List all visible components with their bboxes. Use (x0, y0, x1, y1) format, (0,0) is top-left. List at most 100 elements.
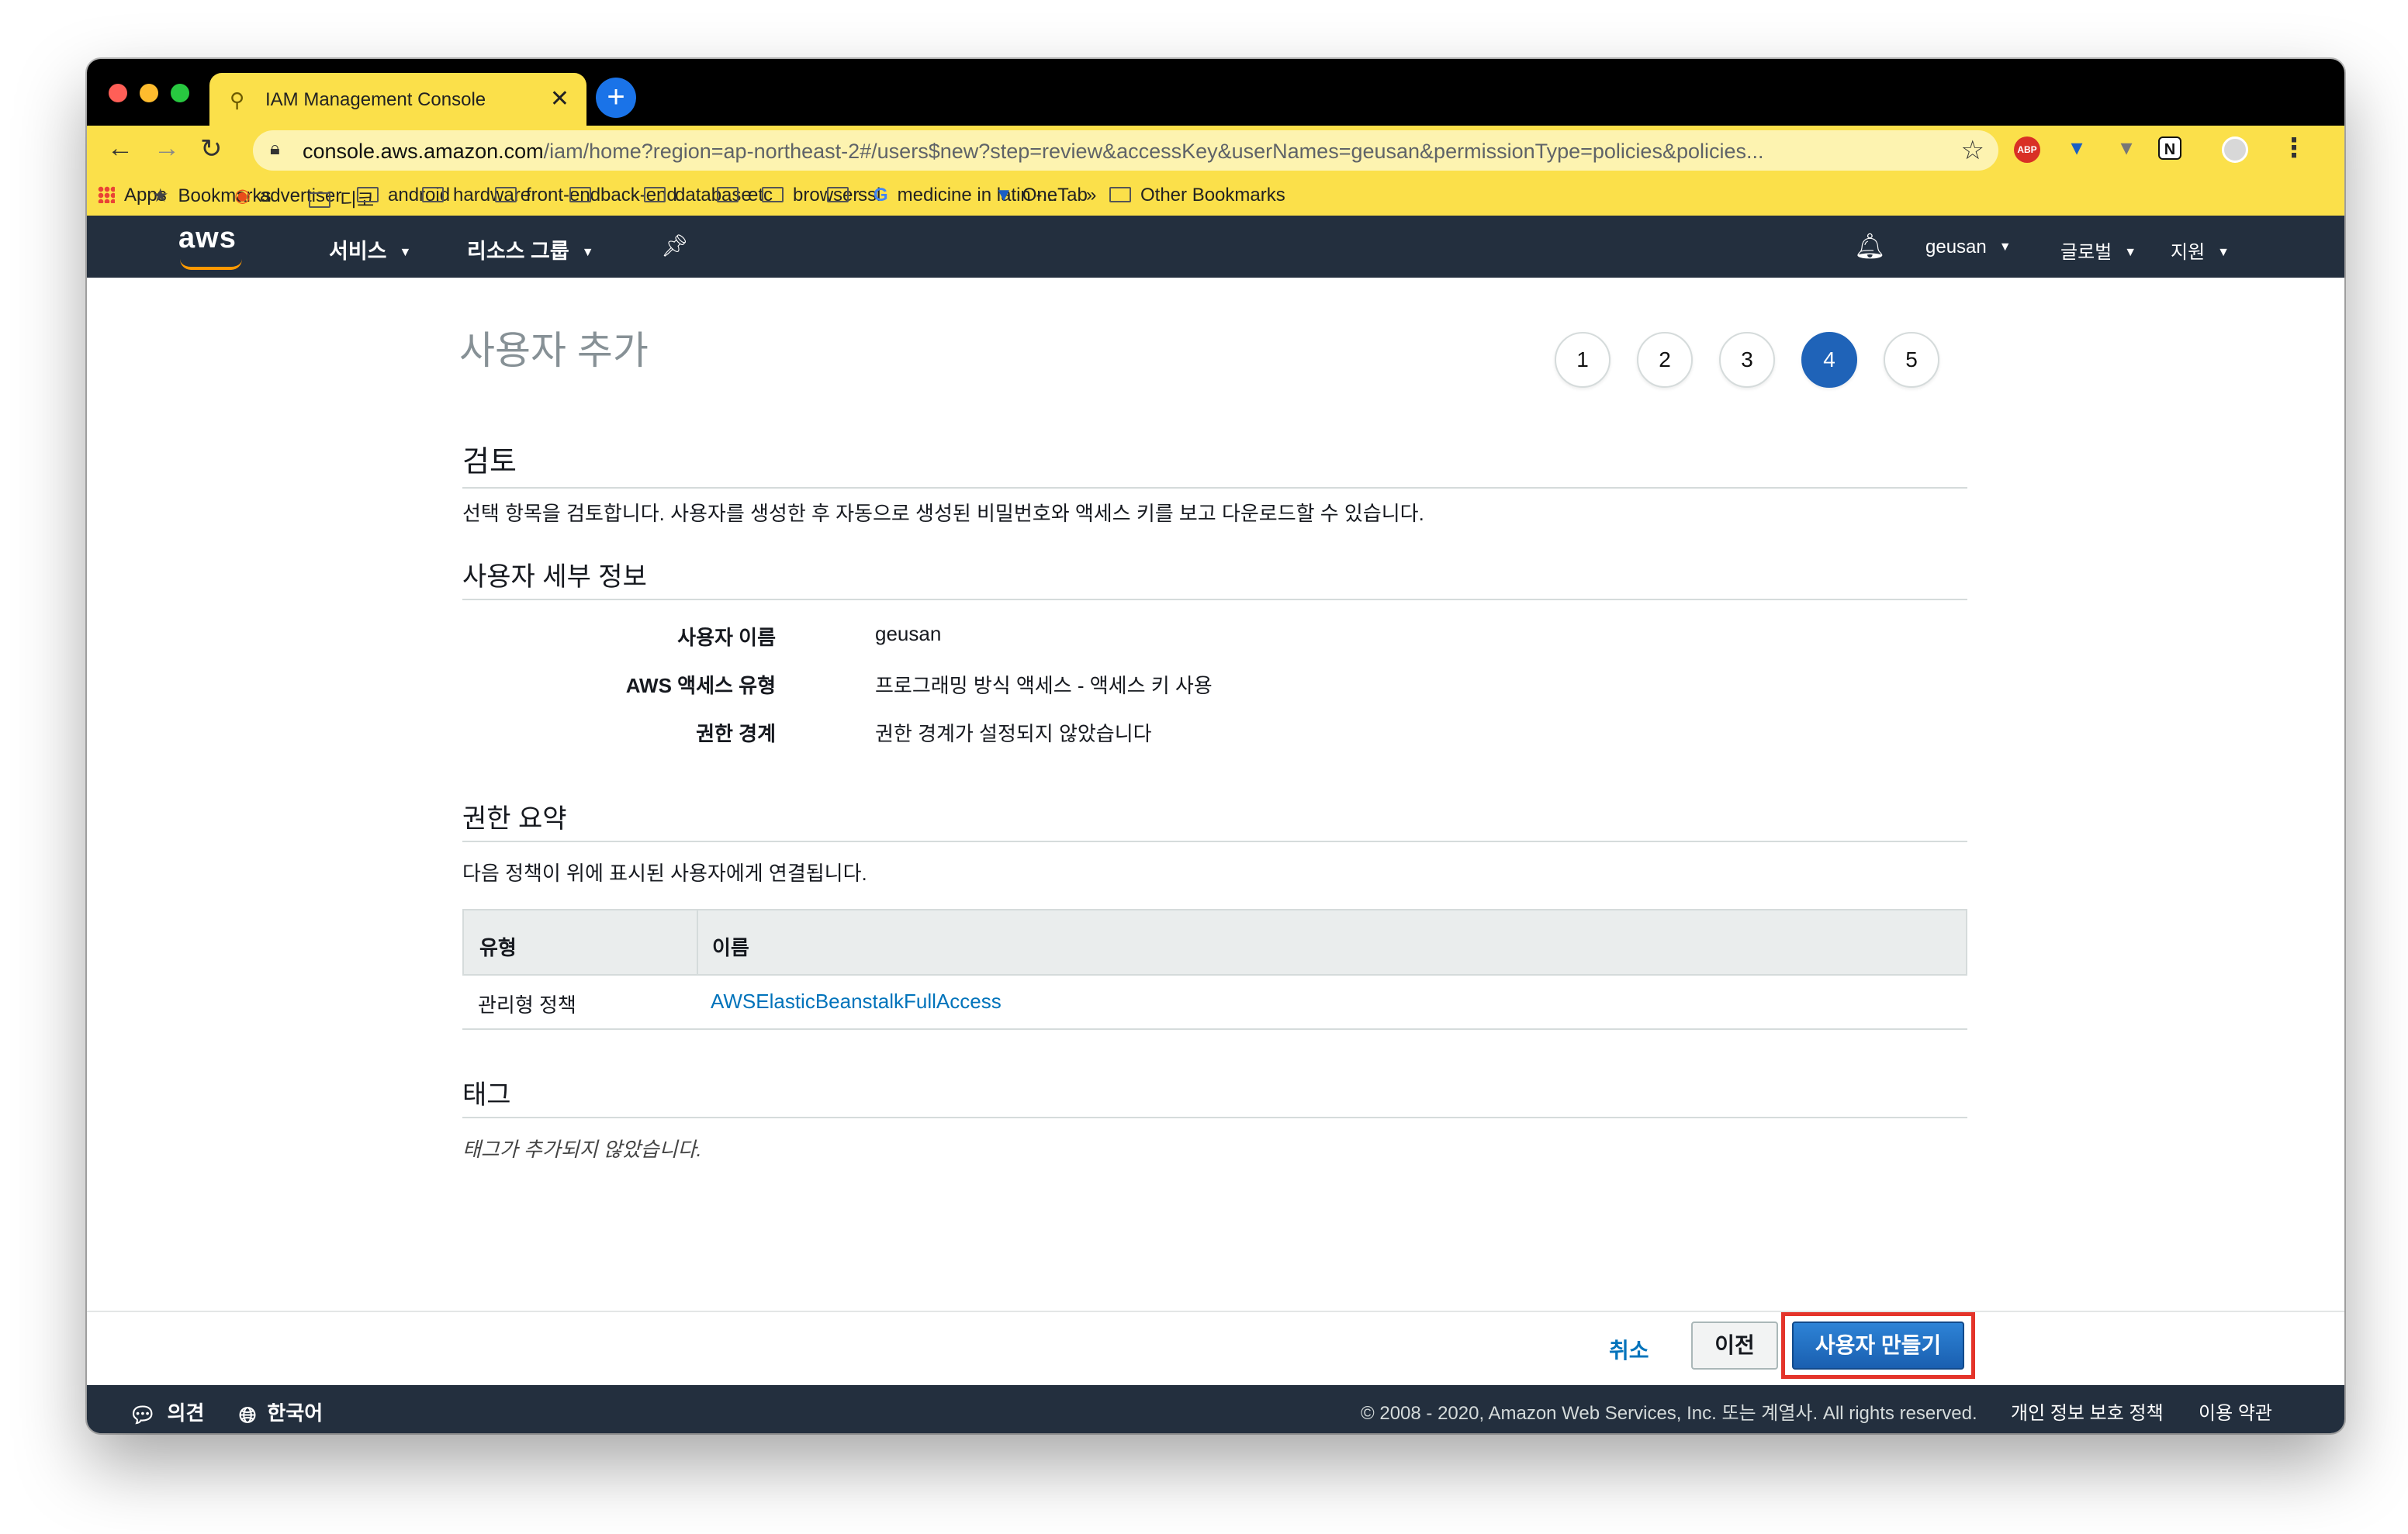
folder-icon (309, 192, 330, 208)
folder-icon (569, 187, 591, 202)
access-type-label: AWS 액세스 유형 (625, 674, 776, 697)
folder-icon (827, 187, 849, 202)
resource-groups-menu[interactable]: 리소스 그룹 ▼ (467, 234, 594, 264)
user-details-title: 사용자 세부 정보 (462, 562, 647, 592)
adblock-extension-icon[interactable]: ABP (2014, 136, 2040, 163)
permissions-summary-title: 권한 요약 (462, 804, 567, 834)
advertiser-favicon-icon: ◉ (234, 185, 251, 206)
chevron-down-icon: ▼ (581, 246, 594, 259)
apps-grid-icon (98, 186, 115, 203)
aws-logo-smile-icon (180, 259, 242, 270)
folder-icon (644, 187, 666, 202)
review-title: 검토 (462, 446, 517, 479)
language-selector[interactable]: 🌐︎ 한국어 (239, 1398, 323, 1429)
vue-devtools-extension-icon[interactable]: ▾ (2064, 136, 2090, 163)
review-description: 선택 항목을 검토합니다. 사용자를 생성한 후 자동으로 생성된 비밀번호와 … (462, 502, 1424, 525)
minimize-window-button[interactable] (140, 84, 158, 102)
support-menu[interactable]: 지원 ▼ (2171, 237, 2230, 264)
tags-title: 태그 (462, 1080, 511, 1110)
policy-name-link[interactable]: AWSElasticBeanstalkFullAccess (711, 990, 1002, 1014)
chevron-down-icon: ▼ (399, 246, 412, 259)
wizard-step-3[interactable]: 3 (1719, 332, 1775, 388)
star-icon: ★ (152, 185, 169, 206)
aws-footer: 💬︎ 의견 🌐︎ 한국어 © 2008 - 2020, Amazon Web Ser… (87, 1385, 2344, 1433)
permissions-table: 유형 이름 관리형 정책 AWSElasticBeanstalkFullAcce… (462, 909, 1967, 1030)
pin-icon[interactable]: 📌︎ (661, 233, 689, 258)
browser-window: ⚲ IAM Management Console ✕ + ← → ↻ 🔒︎ co… (87, 59, 2344, 1433)
chevron-down-icon: ▼ (2217, 246, 2230, 259)
username-value: geusan (875, 622, 942, 645)
notion-extension-icon[interactable]: N (2158, 136, 2181, 160)
aws-logo[interactable]: aws (178, 222, 237, 255)
close-window-button[interactable] (109, 84, 127, 102)
cancel-button[interactable]: 취소 (1609, 1334, 1649, 1365)
url-text[interactable]: console.aws.amazon.com/iam/home?region=a… (303, 140, 1939, 164)
forward-arrow-icon[interactable]: → (154, 133, 180, 164)
url-path: /iam/home?region=ap-northeast-2#/users$n… (543, 140, 1764, 163)
title-bar: ⚲ IAM Management Console ✕ + (87, 59, 2344, 126)
chevron-down-icon: ▼ (1998, 240, 2012, 254)
speech-bubble-icon: 💬︎ (129, 1403, 157, 1427)
reload-icon[interactable]: ↻ (200, 133, 223, 164)
folder-icon (717, 187, 739, 202)
permissions-boundary-label: 권한 경계 (696, 722, 776, 745)
folder-icon (422, 187, 444, 202)
folder-icon (762, 187, 784, 202)
create-user-button[interactable]: 사용자 만들기 (1792, 1322, 1964, 1370)
notification-bell-icon[interactable]: 🔔︎ (1854, 231, 1886, 261)
divider (462, 487, 1967, 489)
previous-button[interactable]: 이전 (1691, 1322, 1778, 1370)
bookmark-other-bookmarks[interactable]: Other Bookmarks (1109, 185, 1285, 206)
region-menu[interactable]: 글로벌 ▼ (2060, 237, 2136, 264)
google-favicon-icon: G (874, 185, 888, 206)
tab-close-icon[interactable]: ✕ (550, 85, 569, 112)
bookmark-onetab[interactable]: ▼ OneTab (995, 185, 1088, 206)
address-bar[interactable]: 🔒︎ console.aws.amazon.com/iam/home?regio… (253, 130, 1998, 171)
profile-avatar-icon[interactable] (2222, 136, 2248, 163)
column-divider (697, 910, 698, 974)
wizard-step-1[interactable]: 1 (1555, 332, 1611, 388)
divider (462, 599, 1967, 600)
folder-icon (495, 187, 517, 202)
chevron-down-icon: ▼ (2124, 246, 2137, 259)
copyright-text: © 2008 - 2020, Amazon Web Services, Inc.… (1361, 1403, 1977, 1424)
bookmarks-overflow-chevron-icon[interactable]: » (1086, 185, 1096, 206)
divider (462, 1117, 1967, 1118)
column-header-type[interactable]: 유형 (479, 932, 517, 961)
column-header-name[interactable]: 이름 (712, 932, 749, 961)
services-menu[interactable]: 서비스 ▼ (329, 234, 411, 264)
wizard-step-4[interactable]: 4 (1801, 332, 1857, 388)
lock-icon: 🔒︎ (270, 138, 280, 159)
access-type-value: 프로그래밍 방식 액세스 - 액세스 키 사용 (875, 674, 1213, 697)
new-tab-button[interactable]: + (596, 78, 636, 118)
permissions-boundary-value: 권한 경계가 설정되지 않았습니다 (875, 722, 1152, 745)
table-row: 관리형 정책 AWSElasticBeanstalkFullAccess (462, 976, 1967, 1030)
account-menu[interactable]: geusan ▼ (1925, 237, 2012, 258)
page-title: 사용자 추가 (459, 329, 649, 372)
tab-title: IAM Management Console (265, 89, 486, 110)
action-bar-divider (87, 1311, 2344, 1312)
iam-favicon-icon: ⚲ (230, 88, 245, 112)
extension-v-icon[interactable]: ▾ (2113, 136, 2140, 163)
browser-tab[interactable]: ⚲ IAM Management Console ✕ (209, 73, 586, 126)
bookmark-star-icon[interactable]: ☆ (1961, 135, 1984, 166)
maximize-window-button[interactable] (171, 84, 189, 102)
wizard-step-2[interactable]: 2 (1637, 332, 1693, 388)
permissions-description: 다음 정책이 위에 표시된 사용자에게 연결됩니다. (462, 862, 867, 885)
divider (462, 841, 1967, 842)
folder-icon (357, 187, 379, 202)
url-host: console.aws.amazon.com (303, 140, 544, 163)
back-arrow-icon[interactable]: ← (107, 133, 133, 164)
feedback-link[interactable]: 💬︎ 의견 (129, 1398, 204, 1428)
bookmark-folder-ssl[interactable]: ssl (827, 185, 881, 206)
wizard-step-5[interactable]: 5 (1884, 332, 1939, 388)
terms-link[interactable]: 이용 약관 (2199, 1398, 2272, 1425)
table-header: 유형 이름 (462, 909, 1967, 976)
bookmarks-bar: Apps ★ Bookmarks ◉ advertiser 디코 android h… (87, 175, 2344, 216)
browser-menu-icon[interactable]: ⋮ (2281, 135, 2307, 163)
browser-toolbar: ← → ↻ 🔒︎ console.aws.amazon.com/iam/home… (87, 126, 2344, 175)
aws-top-nav: aws 서비스 ▼ 리소스 그룹 ▼ 📌︎ 🔔︎ geusan ▼ 글로벌 ▼ 지원 ▼ (87, 216, 2344, 278)
globe-icon: 🌐︎ (239, 1403, 257, 1427)
privacy-policy-link[interactable]: 개인 정보 보호 정책 (2011, 1398, 2164, 1425)
onetab-favicon-icon: ▼ (995, 185, 1013, 206)
